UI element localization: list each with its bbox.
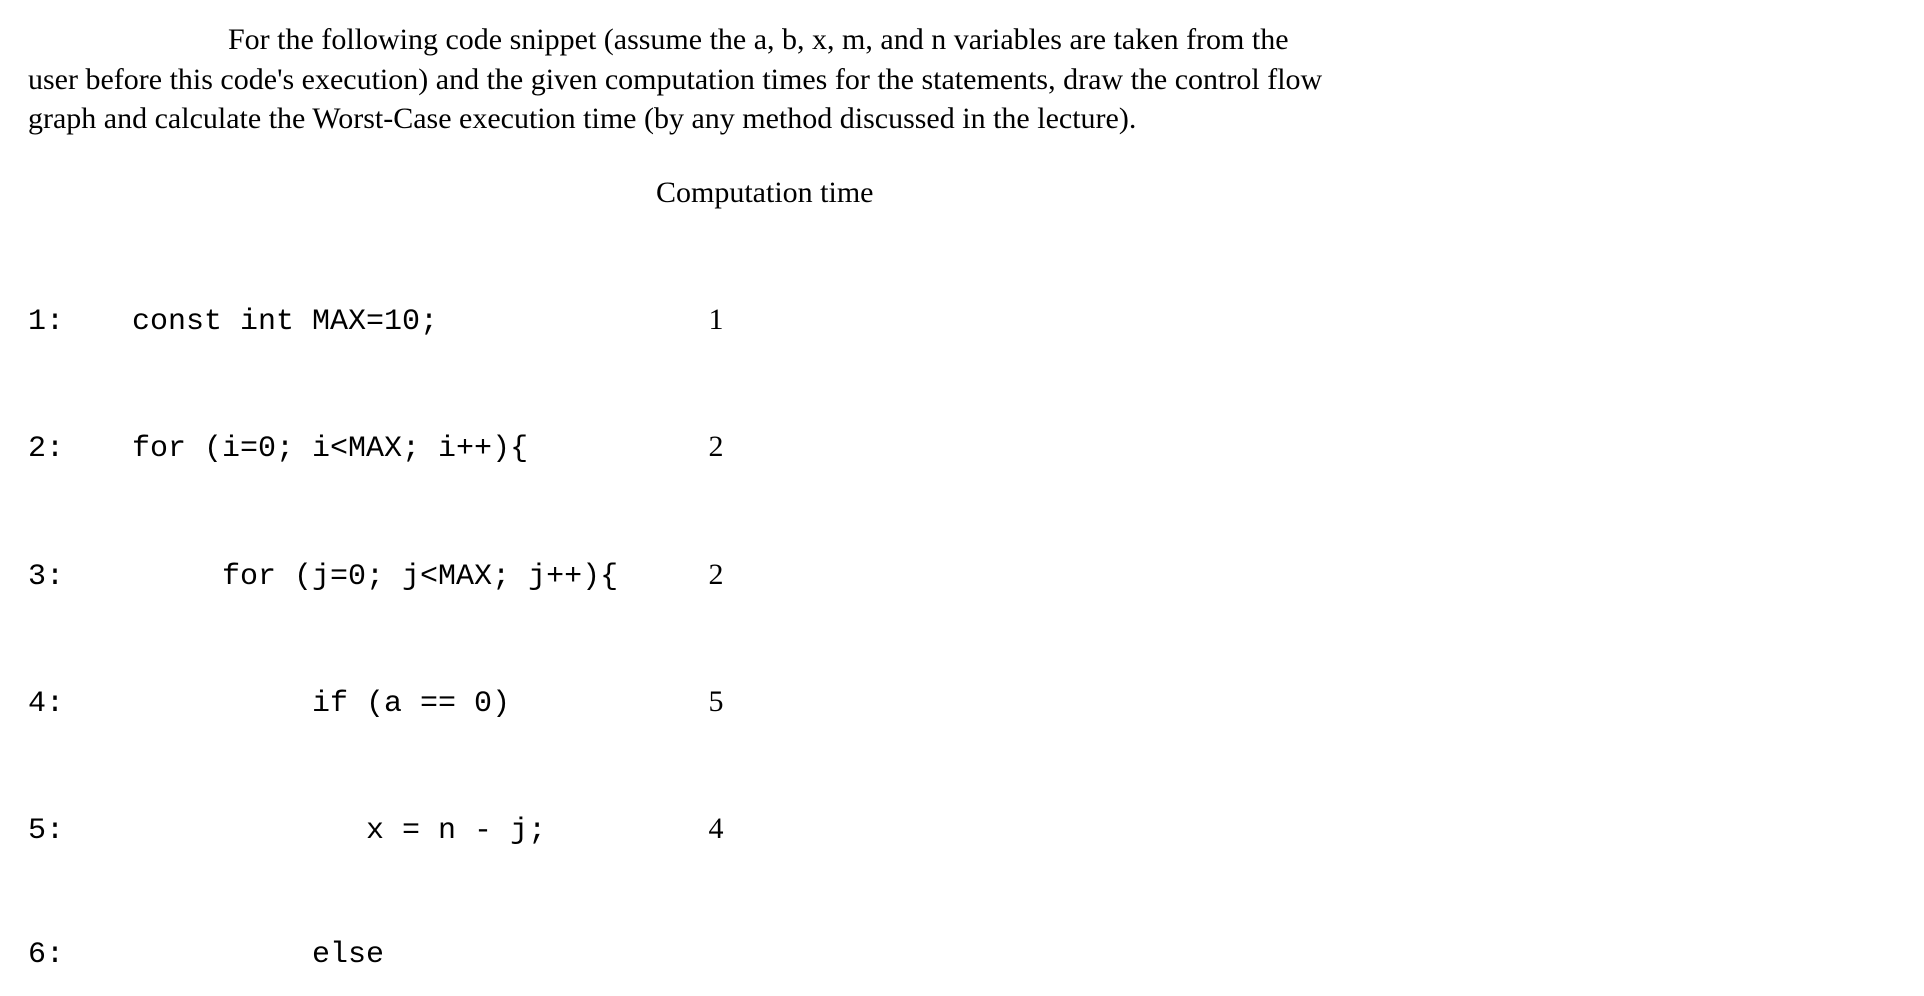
line-number: 2: [28,429,96,470]
line-number: 3: [28,557,96,598]
computation-time: 2 [656,426,776,467]
computation-time-heading-row: Computation time [28,173,1896,213]
computation-time: 1 [656,299,776,340]
code-text: else [96,935,656,976]
computation-time: 4 [656,808,776,849]
line-number: 5: [28,811,96,852]
code-text: for (j=0; j<MAX; j++){ [96,557,656,598]
computation-time: 5 [656,681,776,722]
code-text: for (i=0; i<MAX; i++){ [96,429,656,470]
code-row: 5: x = n - j; 4 [28,808,1896,852]
code-text: if (a == 0) [96,684,656,725]
question-line-3: graph and calculate the Worst-Case execu… [28,102,1136,135]
code-row: 3: for (j=0; j<MAX; j++){ 2 [28,554,1896,598]
code-row: 4: if (a == 0) 5 [28,681,1896,725]
code-row: 6: else [28,935,1896,976]
computation-time: 2 [656,554,776,595]
code-row: 2: for (i=0; i<MAX; i++){ 2 [28,426,1896,470]
code-row: 1: const int MAX=10; 1 [28,299,1896,343]
page: For the following code snippet (assume t… [0,0,1924,996]
question-line-1: For the following code snippet (assume t… [228,23,1289,56]
line-number: 4: [28,684,96,725]
code-block: 1: const int MAX=10; 1 2: for (i=0; i<MA… [28,216,1896,996]
question-line-2: user before this code's execution) and t… [28,63,1322,96]
line-number: 1: [28,302,96,343]
line-number: 6: [28,935,96,976]
code-text: x = n - j; [96,811,656,852]
code-text: const int MAX=10; [96,302,656,343]
question-text: For the following code snippet (assume t… [28,20,1896,139]
computation-time-heading: Computation time [656,176,874,209]
